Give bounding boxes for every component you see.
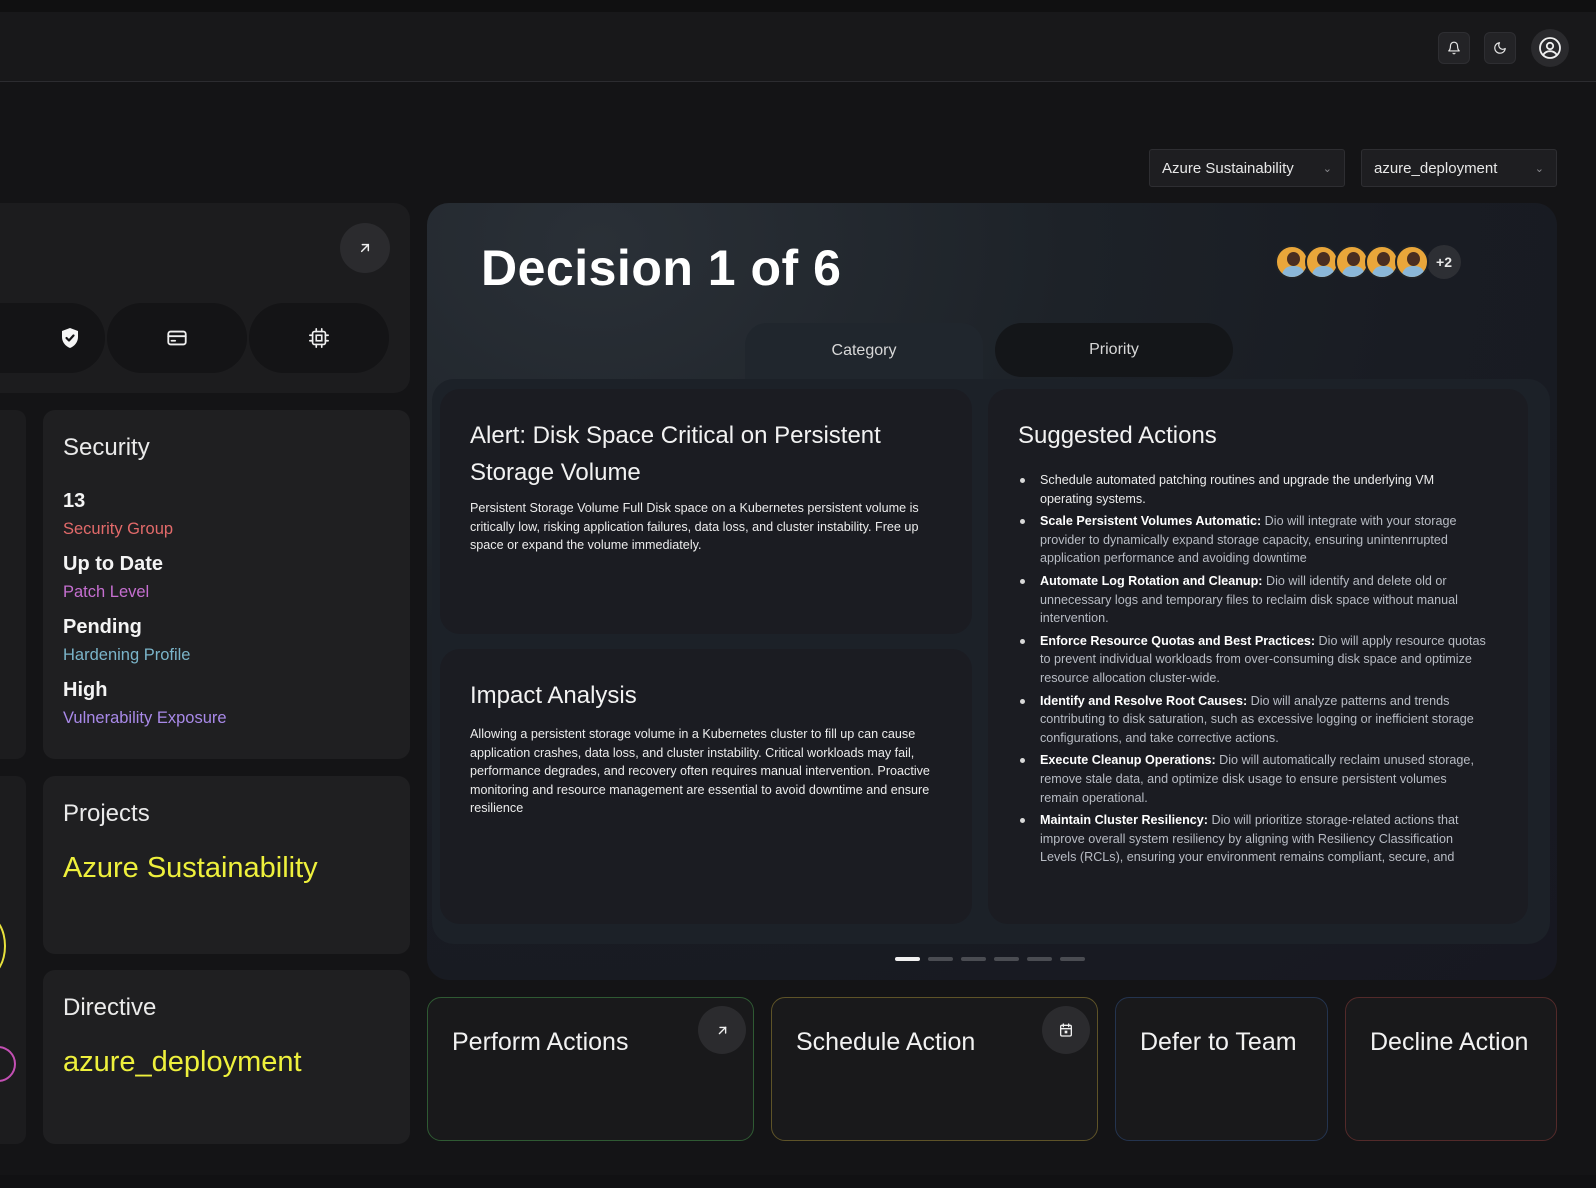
credit-card-icon	[167, 330, 187, 346]
category-security-button[interactable]	[0, 303, 105, 373]
directive-name: azure_deployment	[63, 1046, 302, 1078]
pagination-dot[interactable]	[1060, 957, 1085, 961]
directive-select[interactable]: azure_deployment ⌄	[1361, 149, 1557, 187]
decline-action-label: Decline Action	[1370, 1028, 1529, 1056]
category-compute-button[interactable]	[249, 303, 389, 373]
alert-title: Alert: Disk Space Critical on Persistent…	[470, 422, 881, 486]
shield-check-icon	[62, 328, 78, 348]
list-item: Automate Log Rotation and Cleanup: Dio w…	[1018, 572, 1488, 628]
tab-category[interactable]: Category	[745, 323, 983, 379]
schedule-action-label: Schedule Action	[796, 1028, 976, 1056]
pagination-dot[interactable]	[895, 957, 920, 961]
avatar	[1305, 245, 1339, 279]
security-group-value: 13	[63, 490, 86, 512]
project-select[interactable]: Azure Sustainability ⌄	[1149, 149, 1345, 187]
app-header	[0, 12, 1596, 82]
directive-card: Directive azure_deployment	[43, 970, 410, 1144]
top-strip	[0, 0, 1596, 12]
category-panel	[0, 203, 410, 393]
category-billing-button[interactable]	[107, 303, 247, 373]
patch-level-value: Up to Date	[63, 553, 163, 575]
suggested-actions-card: Suggested Actions Schedule automated pat…	[988, 389, 1528, 924]
vulnerability-exposure-value: High	[63, 679, 108, 701]
user-circle-icon	[1539, 37, 1561, 59]
list-item: Scale Persistent Volumes Automatic: Dio …	[1018, 512, 1488, 568]
patch-level-label: Patch Level	[63, 583, 150, 601]
expand-button[interactable]	[340, 223, 390, 273]
defer-to-team-button[interactable]: Defer to Team	[1115, 997, 1328, 1141]
hardening-profile-label: Hardening Profile	[63, 646, 191, 664]
decision-title: Decision 1 of 6	[481, 240, 842, 296]
list-item: Schedule automated patching routines and…	[1018, 471, 1488, 508]
chevron-down-icon: ⌄	[1534, 162, 1544, 175]
left-offscreen-card	[0, 776, 26, 1144]
theme-toggle-button[interactable]	[1484, 32, 1516, 64]
avatars-more-badge: +2	[1427, 245, 1461, 279]
pagination-dot[interactable]	[928, 957, 953, 961]
schedule-action-icon-button[interactable]	[1042, 1006, 1090, 1054]
chevron-down-icon: ⌄	[1322, 162, 1332, 175]
security-card: Security 13 Security Group Up to Date Pa…	[43, 410, 410, 759]
suggested-actions-title: Suggested Actions	[1018, 422, 1217, 449]
chart-ring-fragment	[0, 916, 6, 976]
vulnerability-exposure-label: Vulnerability Exposure	[63, 709, 227, 727]
hardening-profile-value: Pending	[63, 616, 142, 638]
bottom-strip	[0, 1175, 1596, 1188]
avatar	[1395, 245, 1429, 279]
alert-body: Persistent Storage Volume Full Disk spac…	[470, 501, 919, 553]
perform-actions-icon-button[interactable]	[698, 1006, 746, 1054]
list-item: Enforce Resource Quotas and Best Practic…	[1018, 632, 1488, 688]
perform-actions-label: Perform Actions	[452, 1028, 629, 1056]
pagination-dot[interactable]	[1027, 957, 1052, 961]
project-select-value: Azure Sustainability	[1162, 159, 1294, 177]
pagination-dots	[895, 957, 1085, 961]
pagination-dot[interactable]	[994, 957, 1019, 961]
avatar	[1365, 245, 1399, 279]
notifications-button[interactable]	[1438, 32, 1470, 64]
list-item: Identify and Resolve Root Causes: Dio wi…	[1018, 692, 1488, 748]
calendar-icon	[1060, 1023, 1072, 1037]
security-title: Security	[63, 434, 150, 461]
projects-title: Projects	[63, 800, 150, 827]
perform-actions-button[interactable]: Perform Actions	[427, 997, 754, 1141]
defer-to-team-label: Defer to Team	[1140, 1028, 1297, 1056]
schedule-action-button[interactable]: Schedule Action	[771, 997, 1098, 1141]
cpu-chip-icon	[309, 328, 329, 348]
bell-icon	[1448, 41, 1460, 55]
team-avatars[interactable]: +2	[1275, 245, 1461, 279]
projects-card: Projects Azure Sustainability	[43, 776, 410, 954]
directive-select-value: azure_deployment	[1374, 159, 1498, 177]
avatar	[1275, 245, 1309, 279]
impact-card: Impact Analysis Allowing a persistent st…	[440, 649, 972, 924]
chart-ring-fragment	[0, 1046, 16, 1082]
decision-panel: Decision 1 of 6 +2 Category Priority Ale…	[427, 203, 1557, 980]
alert-card: Alert: Disk Space Critical on Persistent…	[440, 389, 972, 634]
decision-content: Alert: Disk Space Critical on Persistent…	[432, 379, 1550, 944]
list-item: Execute Cleanup Operations: Dio will aut…	[1018, 751, 1488, 807]
pagination-dot[interactable]	[961, 957, 986, 961]
tab-priority[interactable]: Priority	[995, 323, 1233, 377]
arrow-up-right-icon	[718, 1026, 726, 1034]
security-group-label: Security Group	[63, 520, 174, 538]
arrow-up-right-icon	[360, 243, 370, 253]
project-name: Azure Sustainability	[63, 852, 318, 884]
suggested-actions-list[interactable]: Schedule automated patching routines and…	[1018, 471, 1488, 863]
list-item: Maintain Cluster Resiliency: Dio will pr…	[1018, 811, 1488, 863]
impact-title: Impact Analysis	[470, 682, 637, 709]
avatar	[1335, 245, 1369, 279]
directive-title: Directive	[63, 994, 157, 1021]
impact-body: Allowing a persistent storage volume in …	[470, 727, 930, 816]
profile-button[interactable]	[1531, 29, 1569, 67]
moon-icon	[1494, 42, 1506, 54]
decline-action-button[interactable]: Decline Action	[1345, 997, 1557, 1141]
left-offscreen-card	[0, 410, 26, 759]
